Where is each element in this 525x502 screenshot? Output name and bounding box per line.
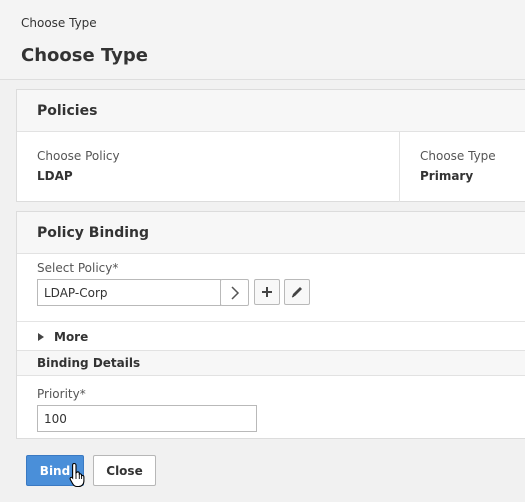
edit-policy-button[interactable] xyxy=(284,279,310,305)
breadcrumb[interactable]: Choose Type xyxy=(21,16,97,30)
more-label: More xyxy=(54,330,89,344)
select-policy-value: LDAP-Corp xyxy=(44,285,108,300)
close-button-label: Close xyxy=(106,463,143,478)
policy-binding-title: Policy Binding xyxy=(17,212,525,254)
select-policy-input[interactable]: LDAP-Corp xyxy=(37,279,221,306)
caret-right-icon xyxy=(38,333,44,341)
select-policy-browse-button[interactable] xyxy=(220,279,249,306)
bind-button-label: Bind xyxy=(39,463,71,478)
divider xyxy=(17,321,525,322)
chevron-right-icon xyxy=(230,285,239,300)
hand-cursor-icon xyxy=(69,462,85,488)
close-button[interactable]: Close xyxy=(93,455,156,486)
page-title: Choose Type xyxy=(21,45,148,66)
select-policy-label: Select Policy* xyxy=(37,261,119,275)
choose-type-label: Choose Type xyxy=(420,149,496,163)
policies-panel: Policies Choose Policy LDAP Choose Type … xyxy=(16,89,525,202)
choose-policy-label: Choose Policy xyxy=(37,149,120,163)
plus-icon xyxy=(262,287,272,297)
more-toggle[interactable]: More xyxy=(37,329,88,345)
binding-details-header: Binding Details xyxy=(17,350,525,376)
choose-policy-value: LDAP xyxy=(37,169,73,183)
policy-binding-panel: Policy Binding Select Policy* LDAP-Corp … xyxy=(16,211,525,439)
add-policy-button[interactable] xyxy=(254,279,280,305)
priority-value: 100 xyxy=(44,411,67,426)
binding-details-title: Binding Details xyxy=(37,356,141,370)
pencil-icon xyxy=(291,287,302,298)
priority-input[interactable]: 100 xyxy=(37,405,257,432)
page-header: Choose Type Choose Type xyxy=(0,0,525,80)
policies-panel-title: Policies xyxy=(17,90,525,132)
choose-type-value: Primary xyxy=(420,169,474,183)
column-divider xyxy=(399,132,400,202)
priority-label: Priority* xyxy=(37,387,86,401)
